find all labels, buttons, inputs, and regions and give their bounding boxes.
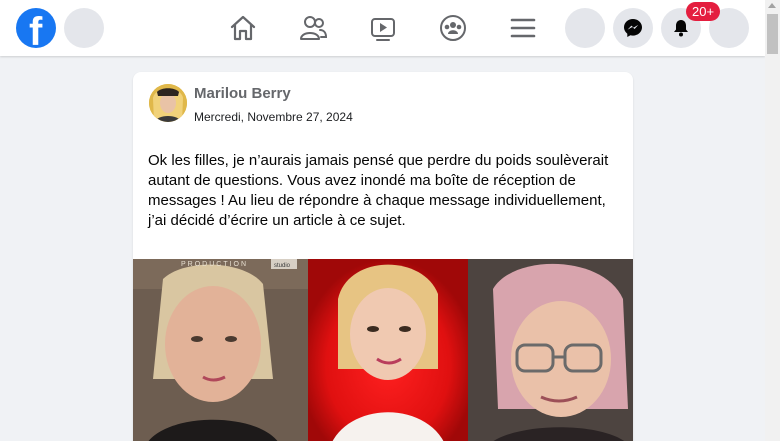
search-button[interactable] <box>64 8 104 48</box>
image-text-production: PRODUCTION <box>181 261 248 268</box>
image-text-studio: studio <box>274 263 291 269</box>
notification-badge: 20+ <box>686 2 721 21</box>
home-icon[interactable] <box>227 12 259 44</box>
watch-icon[interactable] <box>367 12 399 44</box>
top-navigation-bar: f 20+ <box>0 0 765 56</box>
menu-icon[interactable] <box>507 12 539 44</box>
post-text: Ok les filles, je n’aurais jamais pensé … <box>148 152 609 229</box>
scrollbar[interactable] <box>765 0 780 441</box>
profile-circle[interactable] <box>565 8 605 48</box>
bell-icon <box>674 20 688 37</box>
post-date[interactable]: Mercredi, Novembre 27, 2024 <box>194 110 353 124</box>
messenger-icon[interactable] <box>613 8 653 48</box>
friends-icon[interactable] <box>297 12 329 44</box>
facebook-logo[interactable]: f <box>16 8 56 48</box>
logo-letter: f <box>29 10 43 48</box>
post-image[interactable]: PRODUCTION studio <box>133 259 633 441</box>
scrollbar-thumb[interactable] <box>767 14 778 54</box>
post-author[interactable]: Marilou Berry <box>194 85 291 102</box>
author-avatar[interactable] <box>149 84 187 122</box>
scroll-up-arrow-icon[interactable] <box>768 3 776 8</box>
post-card: Marilou Berry Mercredi, Novembre 27, 202… <box>133 72 633 441</box>
groups-icon[interactable] <box>437 12 469 44</box>
